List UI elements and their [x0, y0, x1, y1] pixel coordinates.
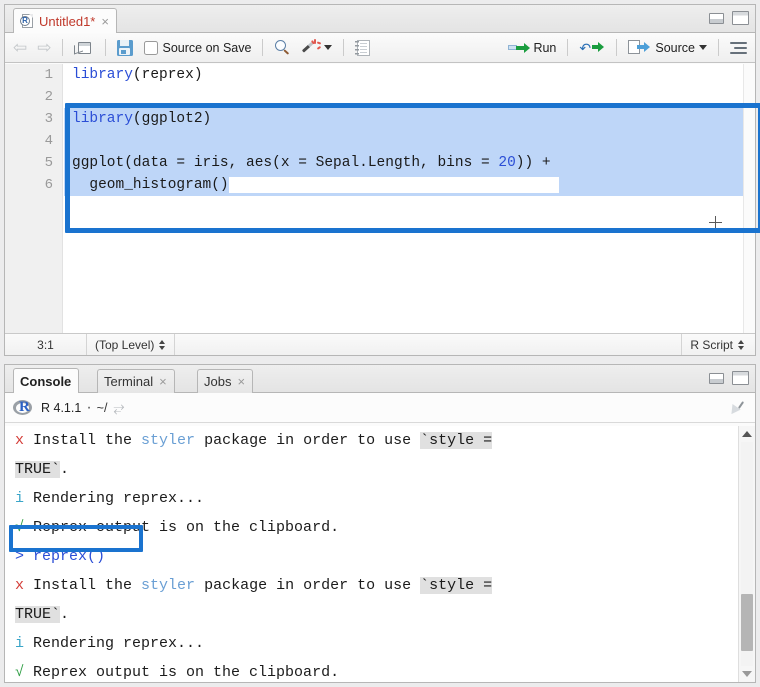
tab-terminal-label: Terminal: [104, 374, 154, 389]
toolbar-divider: [104, 39, 106, 56]
tab-jobs-close-icon[interactable]: ×: [237, 375, 245, 388]
source-tabbar: R Untitled1* ×: [5, 5, 755, 33]
r-version-label: R 4.1.1: [41, 400, 82, 415]
code-line-2[interactable]: [64, 86, 755, 108]
source-tab-untitled1[interactable]: R Untitled1* ×: [13, 8, 117, 33]
toolbar-divider: [718, 39, 719, 56]
console-line: TRUE`.: [15, 461, 70, 478]
find-replace-icon[interactable]: [270, 36, 295, 60]
console-line: x Install the styler package in order to…: [15, 577, 493, 594]
console-line: TRUE`.: [15, 606, 70, 623]
maximize-icon[interactable]: [732, 11, 749, 25]
working-directory-label: ~/: [96, 400, 108, 415]
broom-clear-console-icon[interactable]: [727, 400, 746, 418]
console-header: R R 4.1.1 · ~/ ⥂: [5, 393, 755, 423]
document-type-label: R Script: [690, 337, 733, 352]
run-icon: [508, 41, 531, 54]
chevron-down-icon[interactable]: [699, 45, 707, 50]
source-tab-close-icon[interactable]: ×: [101, 15, 109, 28]
r-document-icon: R: [20, 13, 34, 29]
line-number: 3: [44, 111, 53, 127]
toolbar-divider: [616, 39, 618, 56]
document-type-selector[interactable]: R Script: [681, 334, 755, 355]
console-line: i Rendering reprex...: [15, 635, 205, 652]
save-icon[interactable]: [113, 36, 137, 60]
code-line-3[interactable]: library(ggplot2): [64, 108, 755, 130]
scope-label: (Top Level): [95, 337, 155, 352]
editor-code-area[interactable]: library(reprex) library(ggplot2) ggplot(…: [64, 64, 755, 333]
checkbox-box: [143, 40, 158, 55]
code-tools-icon: [302, 39, 322, 56]
document-outline-icon[interactable]: [726, 36, 751, 60]
line-number: 2: [44, 89, 53, 105]
code-editor[interactable]: 1 2 3 4 5 6 library(reprex) library(ggpl…: [5, 64, 755, 333]
console-vertical-scrollbar[interactable]: [738, 426, 755, 682]
tab-terminal[interactable]: Terminal ×: [97, 369, 175, 393]
line-number: 4: [44, 133, 53, 149]
toolbar-divider: [61, 39, 63, 56]
console-line: i Rendering reprex...: [15, 490, 205, 507]
open-in-window-icon[interactable]: ⥂: [113, 401, 124, 415]
show-in-new-window-icon[interactable]: [70, 36, 98, 60]
toolbar-divider: [567, 39, 569, 56]
source-on-save-label: Source on Save: [162, 40, 252, 55]
run-label: Run: [533, 40, 557, 55]
line-number: 5: [44, 155, 53, 171]
source-on-save-checkbox[interactable]: Source on Save: [140, 36, 256, 60]
line-number: 1: [44, 67, 53, 83]
line-number: 6: [44, 177, 53, 193]
tab-console[interactable]: Console: [13, 368, 80, 393]
code-line-6[interactable]: geom_histogram(): [64, 174, 755, 196]
rerun-previous-button[interactable]: ↶: [575, 36, 609, 60]
header-separator: ·: [86, 398, 92, 416]
console-line: √ Reprex output is on the clipboard.: [15, 664, 340, 681]
editor-vertical-scrollbar[interactable]: [743, 64, 755, 333]
minimize-icon[interactable]: [709, 372, 724, 384]
forward-arrow-icon[interactable]: ⇨: [33, 36, 54, 60]
r-logo-icon: R: [13, 399, 32, 415]
editor-gutter: 1 2 3 4 5 6: [5, 64, 63, 333]
scope-selector[interactable]: (Top Level): [87, 334, 176, 355]
editor-status-bar: 3:1 (Top Level) R Script: [5, 333, 755, 355]
tab-jobs[interactable]: Jobs ×: [197, 369, 254, 393]
console-line-command: > reprex(): [15, 548, 106, 565]
source-label: Source: [655, 40, 695, 55]
code-line-5[interactable]: ggplot(data = iris, aes(x = Sepal.Length…: [64, 152, 755, 174]
code-tools-button[interactable]: [298, 36, 336, 60]
tab-console-label: Console: [20, 373, 72, 389]
rstudio-window: R Untitled1* × ⇦ ⇨ Source on Save Run ↶ …: [0, 0, 760, 687]
console-line: x Install the styler package in order to…: [15, 432, 493, 449]
console-line: √ Reprex output is on the clipboard.: [15, 519, 340, 536]
maximize-icon[interactable]: [732, 371, 749, 385]
rerun-previous-icon: ↶: [579, 40, 605, 56]
back-arrow-icon[interactable]: ⇦: [9, 36, 30, 60]
tab-jobs-label: Jobs: [204, 374, 232, 389]
console-output[interactable]: x Install the styler package in order to…: [5, 426, 755, 682]
source-tab-label: Untitled1*: [39, 13, 96, 29]
scroll-down-arrow-icon[interactable]: [739, 666, 755, 682]
scrollbar-thumb[interactable]: [741, 594, 753, 651]
code-line-1[interactable]: library(reprex): [64, 64, 755, 86]
toolbar-divider: [343, 39, 345, 56]
source-window-controls: [709, 11, 749, 25]
compile-report-icon[interactable]: [351, 36, 374, 60]
source-button[interactable]: Source: [624, 36, 711, 60]
up-down-caret-icon: [738, 339, 745, 351]
code-line-4[interactable]: [64, 130, 755, 152]
tab-terminal-close-icon[interactable]: ×: [159, 375, 167, 388]
cursor-position: 3:1: [5, 334, 87, 355]
scroll-up-arrow-icon[interactable]: [739, 426, 755, 442]
source-editor-panel: R Untitled1* × ⇦ ⇨ Source on Save Run ↶ …: [4, 4, 760, 356]
console-window-controls: [709, 371, 749, 385]
run-button[interactable]: Run: [504, 36, 560, 60]
editor-text-cursor-pointer: [709, 216, 722, 229]
toolbar-divider: [262, 39, 264, 56]
console-panel: Console Terminal × Jobs × R R 4.1.1 · ~/: [4, 364, 756, 683]
chevron-down-icon: [324, 45, 333, 50]
console-tabbar: Console Terminal × Jobs ×: [5, 365, 755, 393]
source-icon: [628, 40, 651, 55]
source-toolbar: ⇦ ⇨ Source on Save Run ↶ Source: [5, 33, 755, 63]
up-down-caret-icon: [159, 339, 166, 351]
minimize-icon[interactable]: [709, 12, 724, 24]
